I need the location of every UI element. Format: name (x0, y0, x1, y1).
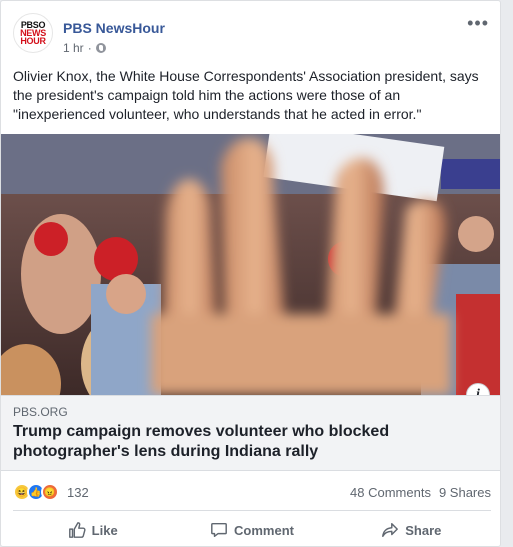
share-button[interactable]: Share (332, 513, 491, 546)
post-caption: Olivier Knox, the White House Correspond… (13, 68, 479, 122)
page-avatar[interactable]: PBSO NEWS HOUR (13, 13, 53, 53)
post-actions: Like Comment Share (13, 513, 491, 546)
reaction-count[interactable]: 132 (67, 485, 89, 500)
angry-reaction-icon: 😠 (41, 483, 59, 501)
shares-count[interactable]: 9 Shares (439, 485, 491, 500)
more-options-button[interactable]: ••• (467, 14, 489, 32)
page-name-link[interactable]: PBS NewsHour (63, 20, 165, 36)
comment-icon (211, 522, 227, 538)
news-feed-post: PBSO NEWS HOUR PBS NewsHour 1 hr · ••• O… (0, 0, 501, 547)
comment-label: Comment (234, 522, 294, 538)
post-header: PBSO NEWS HOUR PBS NewsHour 1 hr · ••• (13, 13, 491, 59)
post-timestamp[interactable]: 1 hr (63, 41, 84, 55)
link-domain: PBS.ORG (13, 405, 68, 419)
share-label: Share (405, 522, 442, 538)
link-preview-text[interactable]: PBS.ORG Trump campaign removes volunteer… (1, 395, 500, 471)
comment-share-stats: 48 Comments 9 Shares (350, 485, 491, 500)
engagement-stats: 😆 👍 😠 132 48 Comments 9 Shares (13, 479, 491, 505)
post-meta: 1 hr · (63, 41, 106, 55)
logo-line-3: HOUR (20, 36, 46, 46)
reaction-icons[interactable]: 😆 👍 😠 (13, 483, 59, 501)
comments-count[interactable]: 48 Comments (350, 485, 431, 500)
thumbs-up-icon (68, 522, 86, 538)
like-label: Like (91, 522, 118, 538)
globe-icon (95, 43, 106, 53)
link-preview-image[interactable] (1, 134, 500, 395)
share-icon (382, 522, 399, 538)
like-button[interactable]: Like (13, 513, 172, 546)
comment-button[interactable]: Comment (172, 513, 331, 546)
link-title[interactable]: Trump campaign removes volunteer who blo… (13, 422, 473, 462)
rally-photo (1, 134, 500, 395)
actions-divider (13, 510, 491, 511)
meta-separator: · (87, 41, 92, 55)
